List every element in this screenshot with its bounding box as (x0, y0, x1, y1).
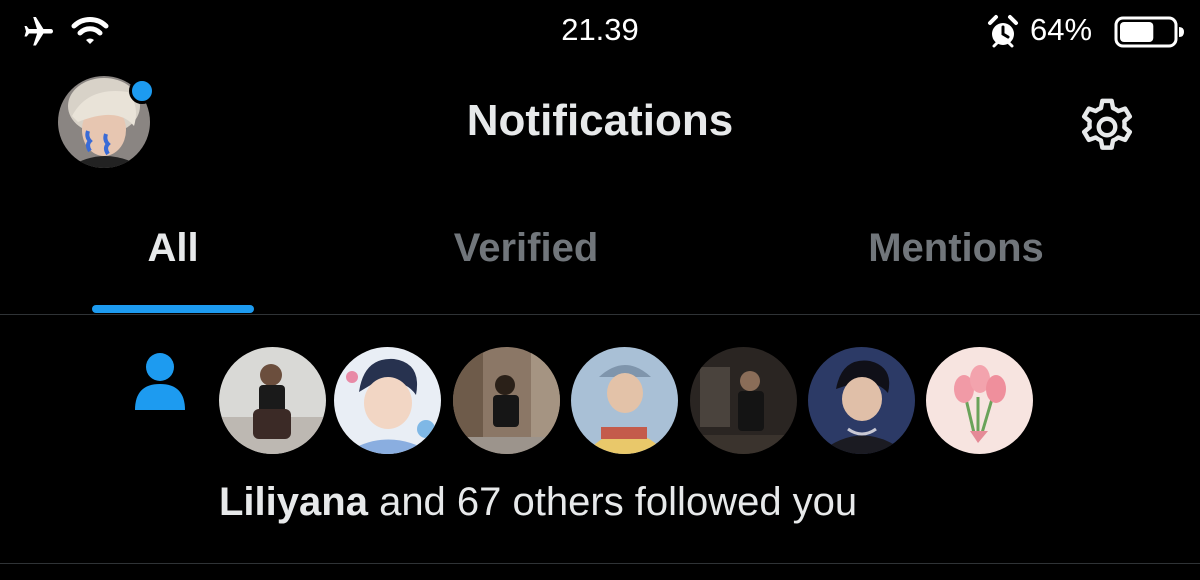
battery-level-fill (1120, 22, 1154, 42)
battery-icon (1114, 16, 1184, 48)
tab-verified[interactable]: Verified (420, 226, 632, 271)
battery-percent: 64% (1030, 12, 1093, 47)
notification-message: and 67 others followed you (367, 480, 858, 524)
active-tab-indicator (92, 305, 254, 313)
follower-avatar[interactable] (926, 347, 1033, 454)
page-title: Notifications (466, 96, 734, 145)
follower-avatar[interactable] (808, 347, 915, 454)
person-icon (135, 353, 185, 410)
follower-name[interactable]: Liliyana (219, 480, 368, 524)
tab-mentions[interactable]: Mentions (820, 226, 1092, 271)
follower-avatar[interactable] (571, 347, 678, 454)
notification-divider (0, 563, 1200, 564)
follower-avatar[interactable] (690, 347, 797, 454)
alarm-icon (988, 15, 1018, 48)
follower-avatar[interactable] (334, 347, 441, 454)
follower-avatar[interactable] (219, 347, 326, 454)
gear-icon[interactable] (1074, 94, 1140, 160)
notification-text[interactable]: Liliyana and 67 others followed you (219, 480, 857, 525)
tabs-divider (0, 314, 1200, 315)
follower-avatar[interactable] (453, 347, 560, 454)
tab-all[interactable]: All (92, 226, 254, 271)
